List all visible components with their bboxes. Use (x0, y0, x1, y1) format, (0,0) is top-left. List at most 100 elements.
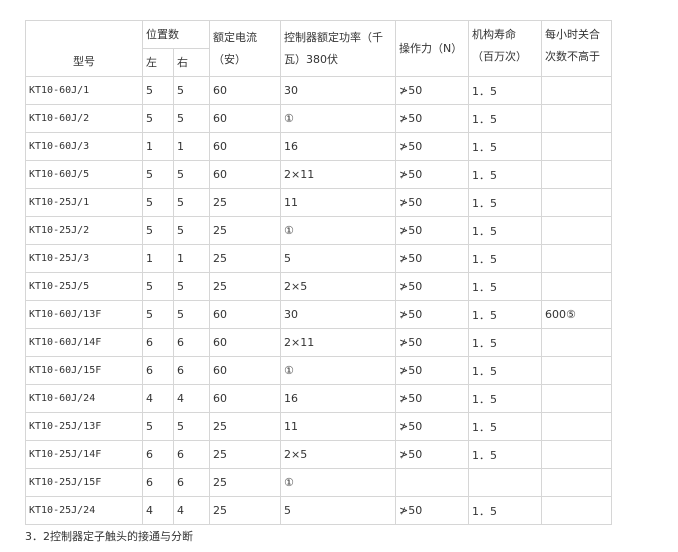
header-capacity-line2: 次数不高于 (545, 50, 600, 63)
cell-capacity (541, 272, 612, 301)
cell-power: 16 (280, 132, 396, 161)
cell-life: 1．5 (468, 412, 542, 441)
header-current-line2: （安） (213, 52, 246, 66)
cell-left: 6 (142, 440, 174, 469)
cell-left: 6 (142, 328, 174, 357)
cell-life: 1．5 (468, 440, 542, 469)
cell-current: 60 (209, 132, 281, 161)
cell-left: 6 (142, 468, 174, 497)
table-row: KT10-25J/24 4 4 25 5 ≯50 1．5 (25, 496, 612, 525)
spec-table-body: KT10-60J/1 5 5 60 30 ≯50 1．5 KT10-60J/2 5 5 60 ① ≯50… (25, 76, 612, 525)
table-row: KT10-25J/14F 6 6 25 2×5 ≯50 1．5 (25, 440, 612, 469)
cell-life: 1．5 (468, 132, 542, 161)
cell-life: 1．5 (468, 216, 542, 245)
cell-right: 1 (173, 132, 210, 161)
cell-life: 1．5 (468, 496, 542, 525)
cell-power: 30 (280, 300, 396, 329)
header-current-line1: 额定电流 (213, 30, 257, 44)
cell-right: 5 (173, 160, 210, 189)
cell-capacity (541, 76, 612, 105)
cell-power: 2×5 (280, 272, 396, 301)
cell-life (468, 468, 542, 497)
cell-capacity (541, 496, 612, 525)
cell-force: ≯50 (395, 132, 469, 161)
table-row: KT10-60J/1 5 5 60 30 ≯50 1．5 (25, 76, 612, 105)
cell-force: ≯50 (395, 384, 469, 413)
section-heading: 3．2控制器定子触头的接通与分断 (25, 530, 193, 543)
cell-model: KT10-25J/1 (25, 188, 143, 217)
cell-capacity (541, 188, 612, 217)
header-right-label: 右 (177, 55, 188, 69)
table-row: KT10-25J/2 5 5 25 ① ≯50 1．5 (25, 216, 612, 245)
cell-current: 25 (209, 244, 281, 273)
cell-current: 25 (209, 188, 281, 217)
cell-force: ≯50 (395, 356, 469, 385)
header-left-label: 左 (146, 55, 157, 69)
cell-power: 16 (280, 384, 396, 413)
cell-power: 11 (280, 188, 396, 217)
cell-right: 5 (173, 412, 210, 441)
cell-current: 60 (209, 104, 281, 133)
header-model-label: 型号 (73, 55, 95, 68)
cell-life: 1．5 (468, 300, 542, 329)
cell-life: 1．5 (468, 104, 542, 133)
spec-table: 型号 位置数 额定电流 （安） 控制器额定功率（千 瓦）380伏 操作力（N） … (25, 20, 612, 525)
cell-left: 5 (142, 104, 174, 133)
cell-left: 5 (142, 216, 174, 245)
cell-power: 2×11 (280, 160, 396, 189)
cell-capacity (541, 468, 612, 497)
cell-model: KT10-60J/1 (25, 76, 143, 105)
cell-force: ≯50 (395, 300, 469, 329)
cell-model: KT10-60J/15F (25, 356, 143, 385)
cell-right: 6 (173, 468, 210, 497)
cell-model: KT10-25J/13F (25, 412, 143, 441)
cell-left: 5 (142, 76, 174, 105)
table-row: KT10-60J/15F 6 6 60 ① ≯50 1．5 (25, 356, 612, 385)
cell-right: 6 (173, 356, 210, 385)
cell-capacity: 600⑤ (541, 300, 612, 329)
header-life-line2: （百万次） (472, 50, 527, 63)
cell-model: KT10-25J/2 (25, 216, 143, 245)
table-row: KT10-60J/5 5 5 60 2×11 ≯50 1．5 (25, 160, 612, 189)
cell-capacity (541, 244, 612, 273)
header-life-line1: 机构寿命 (472, 28, 516, 41)
header-model: 型号 (25, 20, 143, 77)
cell-power: 11 (280, 412, 396, 441)
header-right: 右 (173, 48, 210, 77)
table-row: KT10-60J/13F 5 5 60 30 ≯50 1．5 600⑤ (25, 300, 612, 329)
table-row: KT10-25J/5 5 5 25 2×5 ≯50 1．5 (25, 272, 612, 301)
cell-life: 1．5 (468, 244, 542, 273)
cell-capacity (541, 160, 612, 189)
cell-left: 1 (142, 132, 174, 161)
table-row: KT10-25J/13F 5 5 25 11 ≯50 1．5 (25, 412, 612, 441)
cell-model: KT10-25J/14F (25, 440, 143, 469)
cell-model: KT10-60J/3 (25, 132, 143, 161)
cell-right: 4 (173, 384, 210, 413)
cell-capacity (541, 412, 612, 441)
table-row: KT10-25J/15F 6 6 25 ① (25, 468, 612, 497)
table-row: KT10-60J/2 5 5 60 ① ≯50 1．5 (25, 104, 612, 133)
header-power-line2: 瓦）380伏 (284, 52, 338, 66)
cell-capacity (541, 356, 612, 385)
cell-right: 6 (173, 328, 210, 357)
cell-capacity (541, 216, 612, 245)
header-force: 操作力（N） (395, 20, 469, 77)
cell-capacity (541, 104, 612, 133)
cell-current: 60 (209, 328, 281, 357)
cell-left: 4 (142, 384, 174, 413)
cell-force: ≯50 (395, 76, 469, 105)
table-row: KT10-25J/3 1 1 25 5 ≯50 1．5 (25, 244, 612, 273)
cell-power: ① (280, 356, 396, 385)
cell-force (395, 468, 469, 497)
cell-right: 5 (173, 216, 210, 245)
cell-model: KT10-60J/5 (25, 160, 143, 189)
table-row: KT10-25J/1 5 5 25 11 ≯50 1．5 (25, 188, 612, 217)
header-power-line1: 控制器额定功率（千 (284, 30, 383, 44)
cell-current: 25 (209, 216, 281, 245)
header-power: 控制器额定功率（千 瓦）380伏 (280, 20, 396, 77)
cell-model: KT10-60J/13F (25, 300, 143, 329)
cell-model: KT10-60J/14F (25, 328, 143, 357)
table-row: KT10-60J/14F 6 6 60 2×11 ≯50 1．5 (25, 328, 612, 357)
cell-life: 1．5 (468, 160, 542, 189)
header-positions: 位置数 (142, 20, 210, 49)
